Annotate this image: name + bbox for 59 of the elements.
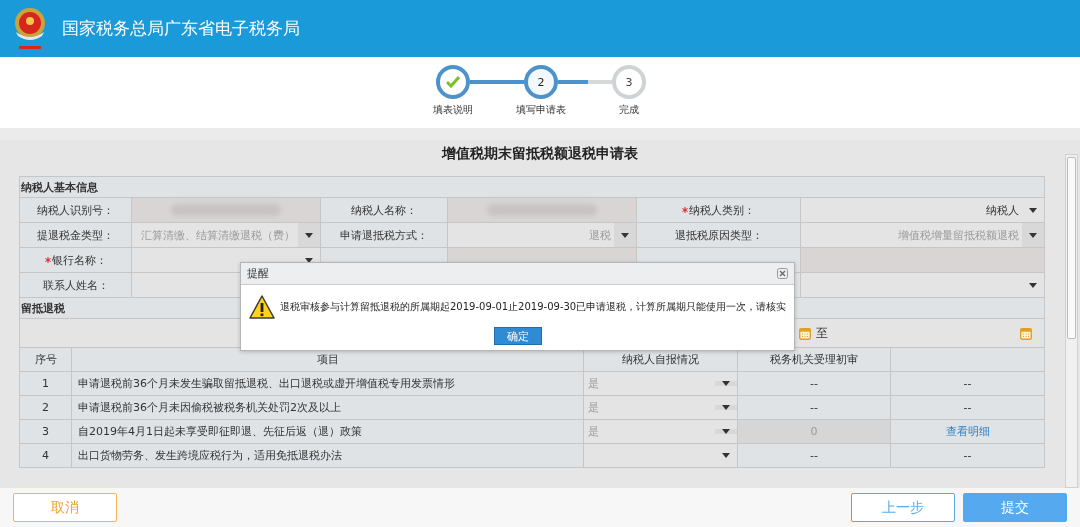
cell-text: -- [963, 377, 972, 390]
select-field[interactable] [584, 444, 738, 468]
table-cell: -- [738, 372, 891, 396]
caret-icon [722, 429, 730, 434]
caret-icon [722, 453, 730, 458]
cancel-button[interactable]: 取消 [13, 493, 117, 522]
field-label: 纳税人类别： [689, 202, 755, 218]
table-cell: 4 [20, 444, 72, 468]
progress-connector [558, 80, 612, 84]
submit-button[interactable]: 提交 [963, 493, 1067, 522]
dialog-message: 退税审核参与计算留抵退税的所属期起2019-09-01止2019-09-30已申请退税，计算所属期只能使用一次，请核实 [280, 300, 787, 314]
warning-icon [249, 295, 275, 319]
field-label: 退抵税原因类型： [674, 227, 763, 243]
field-label: 提退税金类型： [37, 227, 114, 243]
field-label: 纳税人名称： [351, 202, 417, 218]
caret-icon [621, 232, 629, 238]
table-cell: -- [738, 444, 891, 468]
table-cell: 2 [20, 396, 72, 420]
table-cell: 3 [20, 420, 72, 444]
close-icon[interactable] [777, 268, 789, 279]
column-header: 序号 [20, 348, 72, 372]
calendar-icon [1020, 326, 1032, 340]
section-heading: 纳税人基本信息 [21, 179, 98, 195]
select-field[interactable]: 纳税人 [801, 198, 1045, 223]
section-heading: 留抵退税 [21, 300, 65, 316]
caret-icon [722, 381, 730, 386]
table-cell: 申请退税前36个月未因偷税被税务机关处罚2次及以上 [72, 396, 584, 420]
step-circle: 3 [612, 65, 646, 99]
field-label: 联系人姓名： [42, 277, 109, 293]
range-separator: 至 [813, 319, 834, 347]
field-label: 银行名称： [51, 252, 107, 268]
dialog-title: 提醒 [247, 266, 269, 281]
table-cell: 1 [20, 372, 72, 396]
view-details-link[interactable]: 查看明细 [945, 424, 990, 439]
cell-text: -- [963, 449, 972, 462]
back-button[interactable]: 上一步 [851, 493, 955, 522]
form-title: 增值税期末留抵税额退税申请表 [440, 144, 639, 163]
date-field[interactable] [834, 319, 1040, 347]
table-cell: 自2019年4月1日起未享受即征即退、先征后返（退）政策 [72, 420, 584, 444]
site-title: 国家税务总局广东省电子税务局 [62, 17, 300, 40]
table-cell: 出口货物劳务、发生跨境应税行为，适用免抵退税办法 [72, 444, 584, 468]
scrollbar[interactable] [1065, 154, 1078, 488]
check-icon [446, 76, 460, 88]
caret-icon [722, 405, 730, 410]
step-circle: 2 [524, 65, 558, 99]
caret-icon [1029, 282, 1037, 288]
caret-icon [1029, 232, 1037, 238]
calendar-icon [799, 326, 811, 340]
table-cell: 申请退税前36个月未发生骗取留抵退税、出口退税或虚开增值税专用发票情形 [72, 372, 584, 396]
step-label: 填表说明 [433, 103, 473, 117]
select-field[interactable] [801, 273, 1045, 298]
step-label: 填写申请表 [516, 103, 566, 117]
step-label: 完成 [619, 103, 639, 117]
caret-icon [1029, 207, 1037, 213]
cell-text: -- [963, 401, 972, 414]
caret-icon [305, 232, 313, 238]
ok-button[interactable]: 确定 [493, 327, 542, 345]
field-label: 申请退抵税方式： [340, 227, 428, 243]
field-label: 纳税人识别号： [37, 202, 114, 218]
